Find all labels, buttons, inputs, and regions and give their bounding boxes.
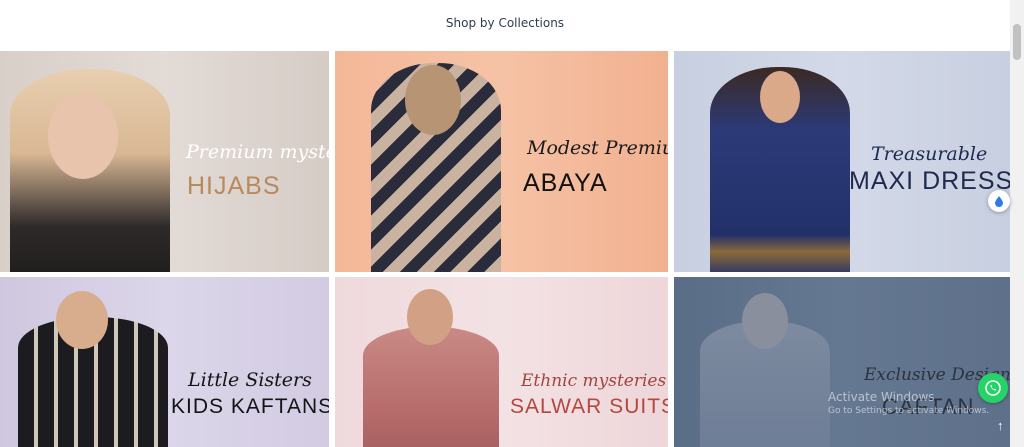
collection-tile-caftan[interactable]: Exclusive Designer CAFTAN — [674, 277, 1010, 447]
collection-subtitle: Ethnic mysteries — [521, 371, 667, 391]
collection-title: MAXI DRESS — [849, 167, 1010, 195]
vertical-scrollbar[interactable] — [1010, 0, 1024, 447]
collection-tile-salwar-suits[interactable]: Ethnic mysteries SALWAR SUITS — [335, 277, 668, 447]
scrollbar-thumb[interactable] — [1013, 24, 1021, 60]
collection-tile-kids-kaftans[interactable]: Little Sisters KIDS KAFTANS — [0, 277, 329, 447]
whatsapp-icon[interactable] — [978, 373, 1008, 403]
collection-subtitle: Modest Premium — [527, 137, 668, 159]
water-drop-icon[interactable] — [988, 190, 1010, 212]
collection-tile-maxi-dress[interactable]: Treasurable MAXI DRESS — [674, 51, 1010, 272]
section-title: Shop by Collections — [445, 16, 565, 30]
arrow-up-icon[interactable]: ↑ — [997, 418, 1004, 433]
model-image — [363, 327, 499, 447]
collection-subtitle: Little Sisters — [188, 369, 312, 391]
collection-tile-hijabs[interactable]: Premium mysteries HIJABS — [0, 51, 329, 272]
watermark-line2: Go to Settings to activate Windows. — [828, 406, 990, 416]
collection-subtitle: Premium mysteries — [186, 141, 329, 163]
collection-title: KIDS KAFTANS — [171, 395, 329, 418]
model-face — [742, 293, 788, 349]
collection-title: HIJABS — [187, 172, 281, 200]
model-face — [48, 93, 118, 179]
collection-subtitle: Treasurable — [871, 143, 988, 165]
model-face — [760, 71, 800, 123]
model-face — [405, 65, 461, 135]
collection-title: SALWAR SUITS — [510, 395, 668, 418]
model-face — [407, 289, 453, 345]
watermark-line1: Activate Windows — [828, 390, 935, 404]
windows-activation-watermark: Activate Windows Go to Settings to activ… — [828, 390, 989, 416]
collection-tile-abaya[interactable]: Modest Premium ABAYA — [335, 51, 668, 272]
collections-grid: Premium mysteries HIJABS Modest Premium … — [0, 51, 1010, 447]
model-face — [56, 291, 108, 349]
collection-title: ABAYA — [523, 169, 608, 197]
